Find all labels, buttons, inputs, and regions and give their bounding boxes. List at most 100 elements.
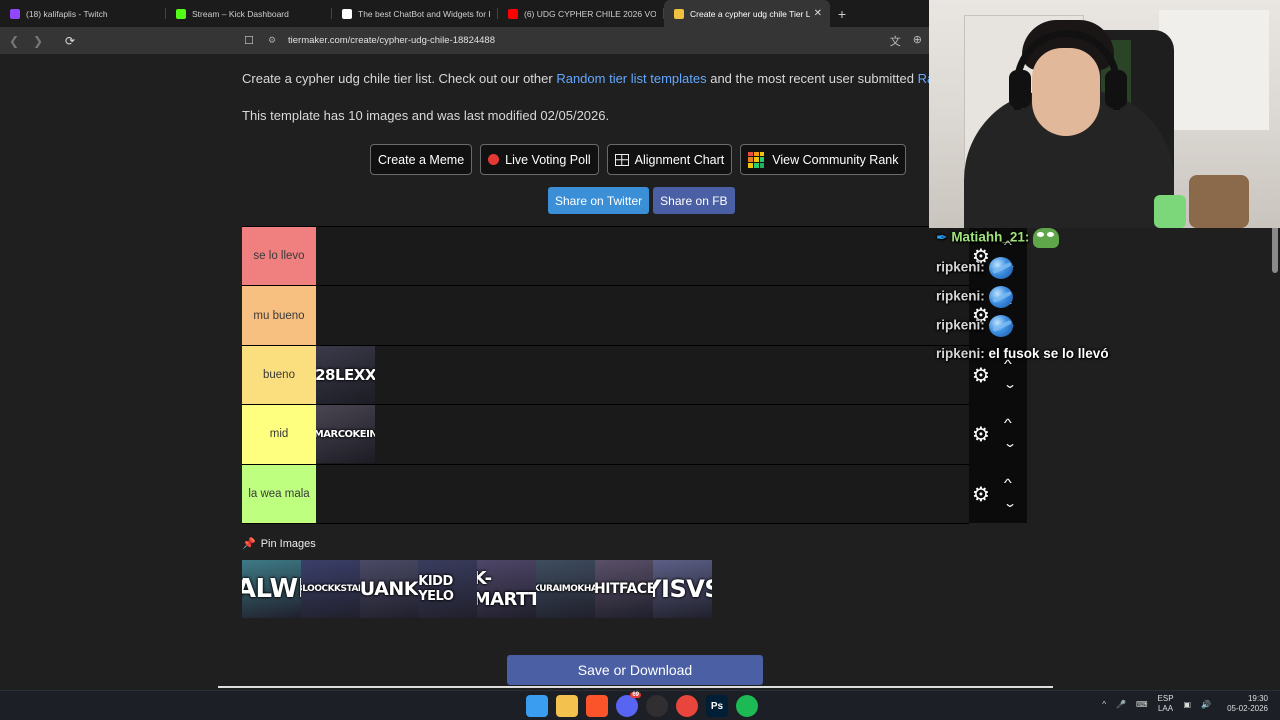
share-twitter-button[interactable]: Share on Twitter: [548, 187, 650, 214]
file-explorer-icon[interactable]: [556, 695, 578, 717]
network-icon[interactable]: ▣: [1184, 700, 1192, 709]
tab-label: Stream – Kick Dashboard: [192, 8, 289, 19]
chat-username: ripkeni:: [936, 259, 985, 275]
windows-start-icon[interactable]: [526, 695, 548, 717]
bookmark-icon[interactable]: ☐: [244, 34, 262, 47]
pin-images-toggle[interactable]: 📌 Pin Images: [242, 537, 316, 551]
browser-tab[interactable]: Stream – Kick Dashboard: [166, 0, 332, 27]
browser-tab[interactable]: The best ChatBot and Widgets for Ki: [332, 0, 498, 27]
clock-time: 19:30: [1247, 694, 1268, 703]
photoshop-icon[interactable]: Ps: [706, 695, 728, 717]
tier-row: se lo llevo: [242, 227, 969, 287]
tier-label[interactable]: mu bueno: [242, 286, 316, 345]
gear-icon[interactable]: ⚙: [972, 363, 990, 388]
view-community-rank-button[interactable]: View Community Rank: [740, 144, 907, 175]
tier-image-card[interactable]: 28LEXX: [316, 345, 375, 404]
save-download-button[interactable]: Save or Download: [507, 655, 763, 685]
live-voting-poll-button[interactable]: Live Voting Poll: [480, 144, 599, 175]
clock-date: 05-02-2026: [1227, 704, 1268, 713]
tier-list: se lo llevo mu bueno bueno 28LEXX mid MARCOKE…: [242, 226, 969, 524]
chrome-icon[interactable]: [676, 695, 698, 717]
intro-paragraph: Create a cypher udg chile tier list. Che…: [242, 71, 956, 86]
new-tab-button[interactable]: +: [830, 0, 854, 27]
chat-username: ripkeni:: [936, 346, 985, 361]
zoom-icon[interactable]: ⊕: [913, 33, 922, 49]
create-meme-button[interactable]: Create a Meme: [370, 144, 473, 175]
volume-icon[interactable]: 🔊: [1201, 700, 1211, 709]
chat-message: ✒ Matiahh_21:: [936, 228, 1060, 248]
chevron-up-icon[interactable]: ^: [1102, 700, 1106, 709]
tier-image-caption: MARCOKEIN: [316, 428, 375, 440]
chat-message: ripkeni:: [936, 286, 1013, 308]
pool-image-card[interactable]: BLOOCKKSTAR: [300, 560, 360, 618]
tab-label: (18) kalifaplis - Twitch: [26, 8, 108, 19]
tier-label[interactable]: la wea mala: [242, 464, 316, 523]
tier-dropzone[interactable]: [316, 286, 969, 344]
pool-image-card[interactable]: KURAIMOKHA: [535, 560, 595, 618]
tier-label[interactable]: bueno: [242, 345, 316, 405]
chevron-up-icon[interactable]: ^: [1004, 476, 1012, 490]
chevron-down-icon[interactable]: ⌄: [1003, 377, 1017, 391]
browser-tab[interactable]: Create a cypher udg chile Tier Li ✕: [664, 0, 830, 27]
pool-image-card[interactable]: SHITFACE?: [594, 560, 654, 618]
tier-dropzone[interactable]: 28LEXX: [316, 345, 969, 404]
share-fb-button[interactable]: Share on FB: [653, 187, 735, 214]
close-tab-icon[interactable]: ✕: [810, 8, 822, 19]
tier-control-row: ⚙ ^ ⌄: [969, 464, 1027, 523]
back-button[interactable]: ❮: [4, 31, 24, 51]
tier-dropzone[interactable]: [316, 227, 969, 285]
browser-tab[interactable]: (6) UDG CYPHER CHILE 2026 VOL I -: [498, 0, 664, 27]
tier-label[interactable]: se lo llevo: [242, 227, 316, 286]
tier-dropzone[interactable]: [316, 465, 969, 523]
tiermaker-icon: [674, 8, 684, 19]
kick-icon: [176, 8, 186, 19]
globe-emote-icon: [988, 286, 1013, 308]
pool-image-card[interactable]: K-MARTT: [477, 560, 536, 618]
system-tray: ^ 🎤 ⌨ ESP LAA ▣ 🔊 19:30 05-02-2026: [1102, 694, 1268, 714]
keyboard-icon[interactable]: ⌨: [1136, 700, 1148, 709]
tier-label[interactable]: mid: [242, 405, 316, 464]
address-bar[interactable]: ☐ ⚙ tiermaker.com/create/cypher-udg-chil…: [244, 30, 930, 51]
reload-button[interactable]: ⟳: [60, 31, 80, 51]
live-voting-label: Live Voting Poll: [505, 152, 591, 167]
obs-icon[interactable]: [646, 695, 668, 717]
spotify-icon[interactable]: [736, 695, 758, 717]
botrix-icon: [342, 8, 352, 19]
microphone-icon[interactable]: 🎤: [1116, 700, 1126, 709]
chevron-down-icon[interactable]: ⌄: [1003, 496, 1017, 510]
discord-icon[interactable]: 69: [616, 692, 641, 717]
translate-icon[interactable]: 文: [890, 33, 901, 49]
gear-icon[interactable]: ⚙: [972, 482, 990, 507]
pepe-emote-icon: [1033, 228, 1060, 248]
url-text[interactable]: tiermaker.com/create/cypher-udg-chile-18…: [288, 35, 495, 46]
clock[interactable]: 19:30 05-02-2026: [1227, 694, 1268, 714]
gear-icon[interactable]: ⚙: [972, 422, 990, 447]
random-templates-link[interactable]: Random tier list templates: [556, 71, 706, 86]
tier-dropzone[interactable]: MARCOKEIN: [316, 405, 969, 464]
share-buttons: Share on Twitter Share on FB: [548, 187, 735, 214]
app-label: Ps: [710, 700, 724, 712]
input-language[interactable]: ESP LAA: [1158, 694, 1174, 714]
horizontal-scrollbar[interactable]: [218, 686, 1053, 688]
tab-label: The best ChatBot and Widgets for Ki: [358, 8, 490, 19]
action-buttons: Create a Meme Live Voting Poll Alignment…: [370, 144, 907, 175]
pool-image-card[interactable]: YISVS: [653, 560, 712, 618]
notification-badge: 69: [630, 692, 641, 698]
pool-image-card[interactable]: KIDD YELO: [418, 560, 477, 618]
alignment-chart-button[interactable]: Alignment Chart: [606, 144, 733, 175]
site-info-icon[interactable]: ⚙: [268, 35, 286, 46]
pool-image-card[interactable]: JUANKI: [359, 560, 419, 618]
tier-image-card[interactable]: MARCOKEIN: [316, 405, 375, 464]
webcam-overlay: [929, 0, 1280, 228]
brave-icon[interactable]: [586, 695, 608, 717]
chat-username: Matiahh_21:: [951, 229, 1030, 245]
taskbar-apps: 69 Ps: [526, 692, 758, 717]
create-meme-label: Create a Meme: [378, 152, 465, 167]
browser-tab[interactable]: (18) kalifaplis - Twitch: [0, 0, 166, 27]
pool-image-card[interactable]: ALWI: [242, 560, 301, 618]
chevron-up-icon[interactable]: ^: [1004, 416, 1012, 430]
forward-button[interactable]: ❯: [28, 31, 48, 51]
twitch-icon: [10, 8, 20, 19]
community-rank-icon: [748, 151, 765, 168]
chevron-down-icon[interactable]: ⌄: [1003, 436, 1017, 450]
